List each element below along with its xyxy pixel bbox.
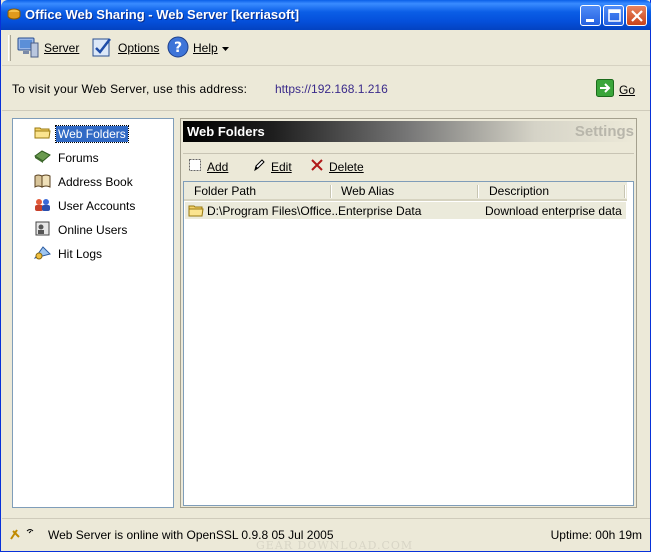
close-button[interactable] (626, 5, 647, 26)
sidebar-item-web-folders[interactable]: Web Folders (34, 124, 129, 144)
folder-icon (188, 204, 204, 220)
toolbar-grip[interactable] (8, 35, 11, 61)
maximize-icon (608, 9, 621, 22)
help-label: Help (193, 41, 218, 55)
sidebar-item-address-book[interactable]: Address Book (34, 172, 135, 192)
column-header-web-alias[interactable]: Web Alias (341, 184, 394, 199)
delete-button[interactable]: Delete (310, 158, 364, 175)
settings-label: Settings (574, 123, 634, 140)
server-label: Server (44, 41, 80, 55)
help-icon: ? (167, 36, 189, 61)
folder-icon (34, 125, 51, 143)
app-window: Office Web Sharing - Web Server [kerrias… (0, 0, 651, 552)
sidebar: Web Folders Forums Address Book User Acc… (12, 118, 174, 508)
delete-label: Delete (329, 159, 364, 174)
server-button[interactable]: Server (16, 35, 79, 61)
sidebar-item-online-users[interactable]: Online Users (34, 220, 129, 240)
go-arrow-icon (596, 79, 614, 100)
server-status-icon (9, 527, 39, 546)
folders-list: Folder Path Web Alias Description D:\Pro… (183, 181, 634, 506)
delete-x-icon (310, 158, 324, 175)
cell-description: Download enterprise data (485, 204, 622, 218)
add-button[interactable]: Add (188, 158, 228, 175)
go-label: Go (619, 82, 636, 97)
address-strip: To visit your Web Server, use this addre… (2, 67, 650, 111)
column-header-folder-path[interactable]: Folder Path (194, 184, 256, 199)
column-resize-handle[interactable] (477, 185, 479, 198)
sidebar-item-label: Address Book (58, 175, 133, 189)
edit-button[interactable]: Edit (252, 158, 292, 175)
add-label: Add (207, 159, 229, 174)
sidebar-item-label: Forums (58, 151, 99, 165)
hit-logs-icon (33, 245, 51, 263)
window-title: Office Web Sharing - Web Server [kerrias… (25, 7, 300, 22)
online-users-icon (34, 221, 51, 239)
sidebar-item-hit-logs[interactable]: Hit Logs (33, 244, 104, 264)
action-bar: Add Edit Delete (183, 153, 634, 177)
column-resize-handle[interactable] (330, 185, 332, 198)
sidebar-item-label: Hit Logs (58, 247, 103, 261)
cell-web-alias: Enterprise Data (338, 204, 422, 218)
column-header-description[interactable]: Description (489, 184, 549, 199)
go-button[interactable]: Go (596, 79, 635, 100)
sidebar-item-label: Online Users (58, 223, 128, 237)
column-resize-handle[interactable] (624, 185, 626, 198)
main-panel: Web Folders Settings Add Edit Delete Fol… (180, 118, 637, 508)
toolbar: Server Options ? Help (2, 30, 650, 66)
panel-title: Web Folders (187, 124, 265, 139)
panel-header: Web Folders Settings (183, 121, 634, 142)
title-bar[interactable]: Office Web Sharing - Web Server [kerrias… (1, 0, 651, 30)
chevron-down-icon (221, 41, 229, 55)
close-icon (631, 10, 643, 22)
svg-text:?: ? (174, 40, 182, 56)
status-bar: Web Server is online with OpenSSL 0.9.8 … (2, 518, 650, 552)
app-icon (7, 7, 21, 21)
watermark: GEAR DOWNLOAD.COM (256, 539, 414, 552)
sidebar-item-label: Web Folders (55, 125, 129, 143)
server-icon (16, 35, 40, 62)
edit-label: Edit (271, 159, 292, 174)
user-accounts-icon (34, 197, 51, 215)
options-label: Options (118, 41, 160, 55)
options-button[interactable]: Options (90, 35, 159, 61)
address-label: To visit your Web Server, use this addre… (12, 82, 248, 96)
forums-icon (34, 149, 51, 167)
options-icon (90, 35, 114, 62)
address-book-icon (34, 173, 51, 191)
minimize-button[interactable] (580, 5, 601, 26)
add-icon (188, 158, 202, 175)
help-menu-button[interactable]: ? Help (167, 35, 229, 61)
uptime-text: Uptime: 00h 19m (550, 528, 642, 542)
sidebar-item-label: User Accounts (58, 199, 136, 213)
cell-folder-path: D:\Program Files\Office... (207, 204, 342, 218)
pencil-icon (252, 158, 266, 175)
list-header: Folder Path Web Alias Description (184, 182, 627, 201)
maximize-button[interactable] (603, 5, 624, 26)
sidebar-item-forums[interactable]: Forums (34, 148, 101, 168)
server-address-link[interactable]: https://192.168.1.216 (275, 82, 388, 96)
table-row[interactable]: D:\Program Files\Office... Enterprise Da… (185, 202, 626, 219)
minimize-icon (586, 19, 594, 22)
sidebar-item-user-accounts[interactable]: User Accounts (34, 196, 137, 216)
